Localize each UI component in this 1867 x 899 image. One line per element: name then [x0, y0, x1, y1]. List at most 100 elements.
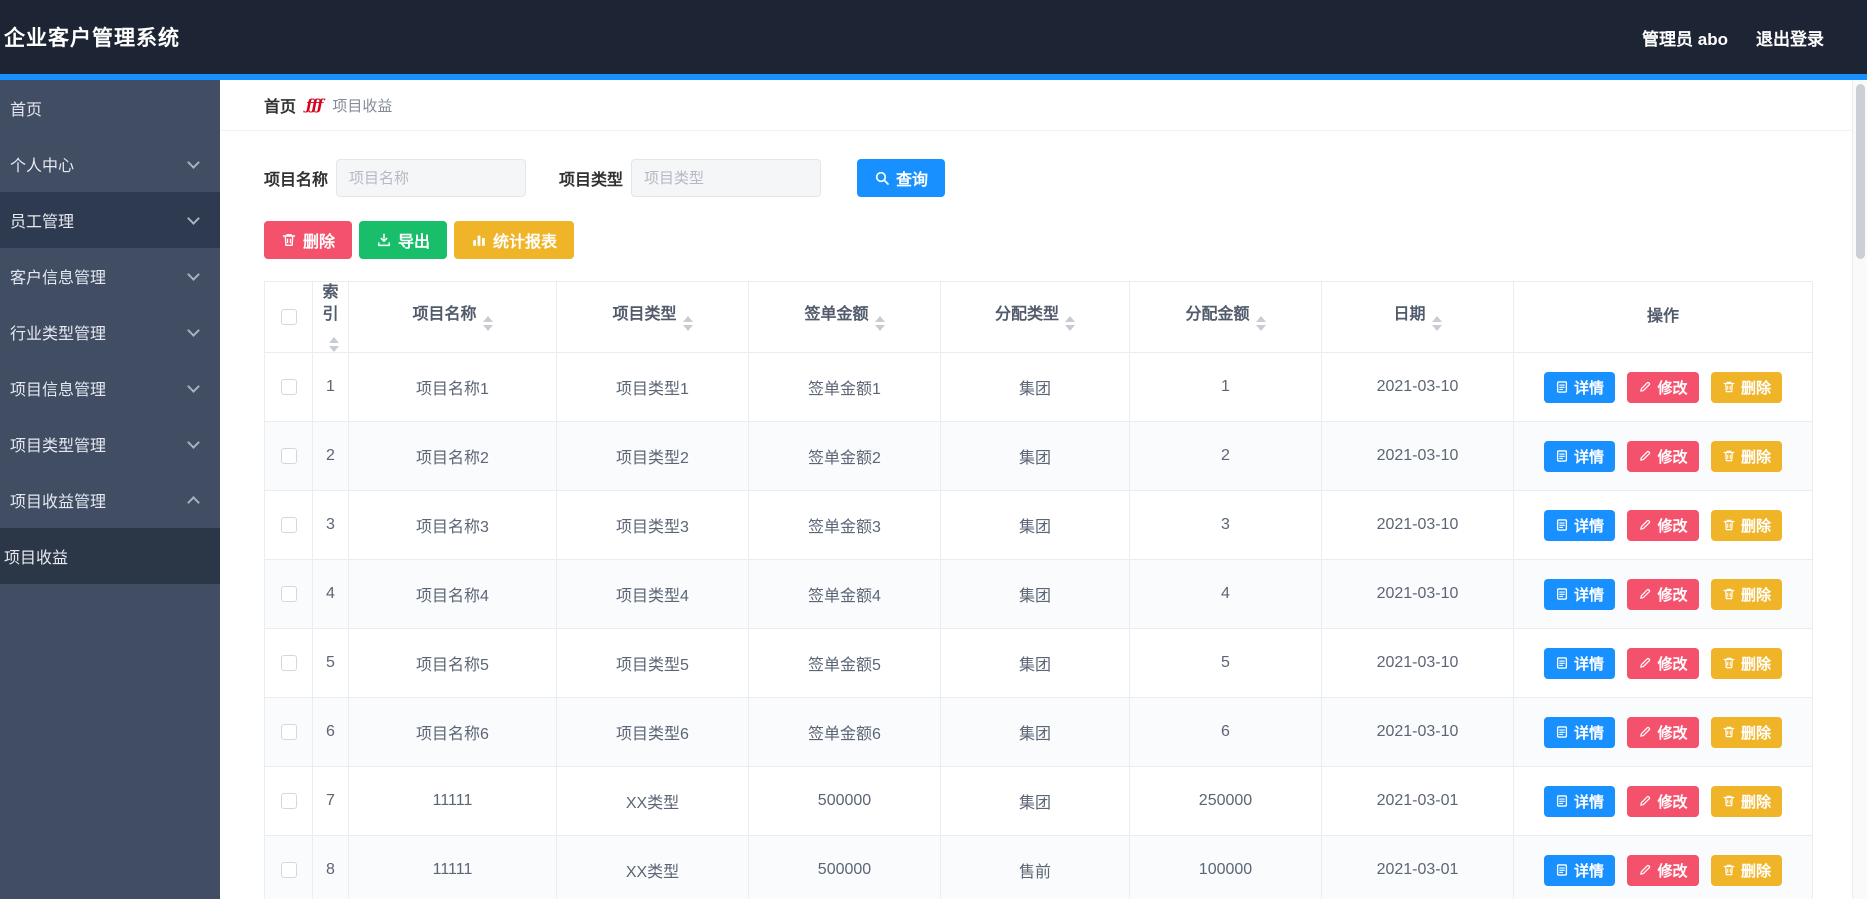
scrollbar[interactable] — [1852, 80, 1867, 899]
edit-button[interactable]: 修改 — [1627, 440, 1699, 472]
cell-project-type: 项目类型5 — [556, 628, 749, 699]
cell-project-type: XX类型 — [556, 766, 749, 837]
row-checkbox[interactable] — [280, 585, 297, 602]
cell-date: 2021-03-10 — [1321, 697, 1514, 768]
cell-alloc-type: 集团 — [940, 559, 1130, 630]
project-name-input[interactable] — [336, 159, 527, 197]
sidebar-item-5[interactable]: 项目信息管理 — [0, 360, 220, 416]
edit-button[interactable]: 修改 — [1627, 716, 1699, 748]
breadcrumb-current: 项目收益 — [332, 97, 393, 115]
row-delete-button-label: 删除 — [1740, 517, 1771, 535]
cell-actions: 详情 修改 删除 — [1513, 766, 1813, 837]
row-delete-button[interactable]: 删除 — [1710, 854, 1782, 886]
row-delete-button[interactable]: 删除 — [1710, 578, 1782, 610]
cell-actions: 详情 修改 删除 — [1513, 835, 1813, 899]
detail-button[interactable]: 详情 — [1544, 647, 1616, 679]
detail-button-label: 详情 — [1574, 724, 1605, 742]
row-delete-button[interactable]: 删除 — [1710, 440, 1782, 472]
table-row: 8 11111 XX类型 500000 售前 100000 2021-03-01… — [264, 835, 1813, 899]
cell-project-type: 项目类型2 — [556, 421, 749, 492]
cell-sign-amount: 签单金额5 — [748, 628, 941, 699]
row-checkbox[interactable] — [280, 378, 297, 395]
cell-alloc-type: 集团 — [940, 697, 1130, 768]
detail-button[interactable]: 详情 — [1544, 716, 1616, 748]
row-checkbox[interactable] — [280, 654, 297, 671]
edit-button[interactable]: 修改 — [1627, 854, 1699, 886]
cell-project-name: 项目名称3 — [348, 490, 557, 561]
column-header-alloc-amount[interactable]: 分配金额 — [1129, 280, 1322, 354]
detail-button[interactable]: 详情 — [1544, 578, 1616, 610]
row-checkbox[interactable] — [280, 516, 297, 533]
table-row: 5 项目名称5 项目类型5 签单金额5 集团 5 2021-03-10 详情 修… — [264, 628, 1813, 699]
cell-date: 2021-03-10 — [1321, 628, 1514, 699]
pencil-icon — [1640, 382, 1651, 392]
detail-button[interactable]: 详情 — [1544, 785, 1616, 817]
select-all-checkbox[interactable] — [280, 309, 297, 326]
column-header-project-type[interactable]: 项目类型 — [556, 280, 749, 354]
row-checkbox[interactable] — [280, 447, 297, 464]
projects-table: 索引 项目名称 项目类型 签单金额 分配类型 分配金额 日期 操作 1 项目名称… — [264, 280, 1813, 899]
sidebar-item-6[interactable]: 项目类型管理 — [0, 416, 220, 472]
pencil-icon — [1640, 589, 1651, 599]
export-button[interactable]: 导出 — [359, 221, 448, 259]
cell-sign-amount: 500000 — [748, 835, 941, 899]
sidebar-item-3[interactable]: 客户信息管理 — [0, 248, 220, 304]
project-type-input[interactable] — [631, 159, 822, 197]
sidebar-item-1[interactable]: 个人中心 — [0, 136, 220, 192]
sidebar-item-2[interactable]: 员工管理 — [0, 192, 220, 248]
cell-date: 2021-03-10 — [1321, 421, 1514, 492]
row-checkbox[interactable] — [280, 723, 297, 740]
column-header-sign-amount[interactable]: 签单金额 — [748, 280, 941, 354]
cell-index: 1 — [312, 352, 349, 423]
sidebar-item-0[interactable]: 首页 — [0, 80, 220, 136]
row-delete-button[interactable]: 删除 — [1710, 647, 1782, 679]
detail-button[interactable]: 详情 — [1544, 509, 1616, 541]
row-delete-button[interactable]: 删除 — [1710, 785, 1782, 817]
query-button-label: 查询 — [896, 172, 929, 189]
cell-actions: 详情 修改 删除 — [1513, 352, 1813, 423]
sidebar-item-7[interactable]: 项目收益管理 — [0, 472, 220, 528]
batch-delete-button[interactable]: 删除 — [264, 221, 353, 259]
query-button[interactable]: 查询 — [857, 159, 946, 197]
edit-button[interactable]: 修改 — [1627, 509, 1699, 541]
table-row: 6 项目名称6 项目类型6 签单金额6 集团 6 2021-03-10 详情 修… — [264, 697, 1813, 768]
topbar-right: 管理员 abo 退出登录 — [1642, 25, 1824, 50]
cell-index: 4 — [312, 559, 349, 630]
cell-actions: 详情 修改 删除 — [1513, 628, 1813, 699]
pencil-icon — [1640, 451, 1651, 461]
column-header-index[interactable]: 索引 — [312, 280, 349, 354]
column-header-date[interactable]: 日期 — [1321, 280, 1514, 354]
cell-alloc-type: 集团 — [940, 766, 1130, 837]
cell-index: 8 — [312, 835, 349, 899]
edit-button[interactable]: 修改 — [1627, 785, 1699, 817]
sidebar-item-4[interactable]: 行业类型管理 — [0, 304, 220, 360]
edit-button-label: 修改 — [1657, 448, 1688, 466]
row-delete-button[interactable]: 删除 — [1710, 371, 1782, 403]
detail-button[interactable]: 详情 — [1544, 854, 1616, 886]
sidebar-item-label: 客户信息管理 — [10, 270, 107, 287]
sidebar-item-8[interactable]: 项目收益 — [0, 528, 220, 584]
edit-button[interactable]: 修改 — [1627, 578, 1699, 610]
row-delete-button[interactable]: 删除 — [1710, 716, 1782, 748]
admin-user-menu[interactable]: 管理员 abo — [1642, 25, 1728, 50]
column-header-alloc-type[interactable]: 分配类型 — [940, 280, 1130, 354]
trash-icon — [1723, 657, 1735, 669]
cell-sign-amount: 签单金额2 — [748, 421, 941, 492]
logout-link[interactable]: 退出登录 — [1756, 25, 1824, 50]
breadcrumb-home[interactable]: 首页 — [264, 93, 296, 117]
bar-chart-icon — [473, 235, 485, 246]
scrollbar-thumb[interactable] — [1856, 84, 1865, 259]
detail-button[interactable]: 详情 — [1544, 440, 1616, 472]
edit-button[interactable]: 修改 — [1627, 371, 1699, 403]
sort-icon — [682, 315, 693, 331]
column-header-project-name[interactable]: 项目名称 — [348, 280, 557, 354]
document-icon — [1556, 657, 1568, 669]
detail-button-label: 详情 — [1574, 517, 1605, 535]
row-delete-button[interactable]: 删除 — [1710, 509, 1782, 541]
row-checkbox[interactable] — [280, 861, 297, 878]
sort-icon — [874, 315, 885, 331]
edit-button[interactable]: 修改 — [1627, 647, 1699, 679]
detail-button[interactable]: 详情 — [1544, 371, 1616, 403]
row-checkbox[interactable] — [280, 792, 297, 809]
report-button[interactable]: 统计报表 — [454, 221, 575, 259]
